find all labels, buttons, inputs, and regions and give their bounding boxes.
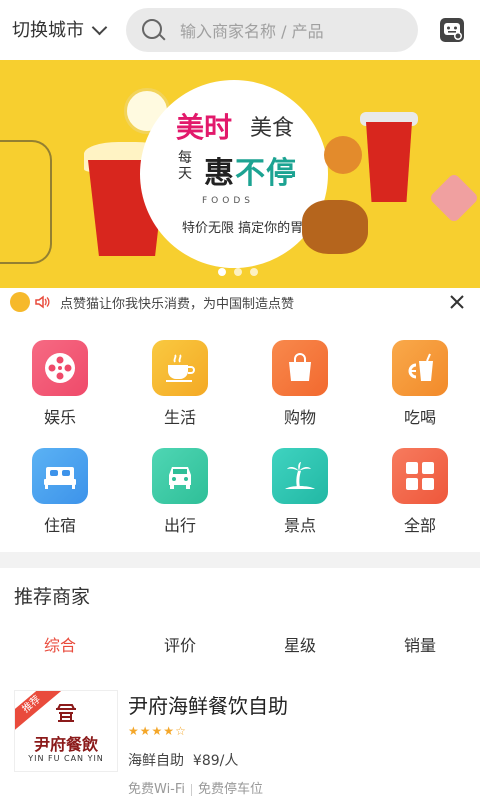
soda-cup-image [366, 122, 412, 202]
recommend-title: 推荐商家 [14, 586, 91, 608]
tag-wifi: 免费Wi-Fi [128, 782, 186, 797]
tab-overall[interactable]: 综合 [0, 620, 120, 672]
category-label: 全部 [403, 516, 436, 535]
merchant-category: 海鲜自助 [128, 753, 184, 769]
category-attractions[interactable]: 景点 [240, 424, 360, 536]
banner-big-text: 惠不停 [204, 148, 297, 192]
film-reel-icon [32, 340, 88, 396]
category-lodging[interactable]: 住宿 [0, 424, 120, 536]
category-food-drink[interactable]: 吃喝 [360, 316, 480, 428]
banner-big-teal: 不停 [235, 156, 297, 191]
heart-cookie-image [428, 172, 480, 224]
carousel-dot[interactable] [218, 268, 226, 276]
notice-text: 点赞猫让你我快乐消费，为中国制造点赞 [60, 297, 295, 312]
star-icon: ★ [163, 724, 176, 738]
banner-foods-text: FOODS [202, 196, 254, 206]
tab-stars[interactable]: 星级 [240, 620, 360, 672]
category-label: 出行 [163, 516, 196, 535]
car-icon [152, 448, 208, 504]
restaurant-emblem-icon [56, 704, 76, 722]
scan-icon[interactable] [439, 17, 465, 43]
search-input[interactable] [178, 16, 407, 46]
carousel-indicator [218, 268, 258, 276]
recommend-header: 推荐商家 [0, 568, 480, 621]
city-label: 切换城市 [12, 20, 84, 41]
banner-small-text: 每天 [178, 150, 192, 182]
merchant-price: ¥89/人 [192, 753, 239, 769]
search-bar[interactable] [126, 8, 418, 52]
banner-headline-black: 美食 [250, 116, 295, 141]
tag-parking: 免费停车位 [198, 782, 264, 797]
close-icon[interactable] [448, 293, 466, 311]
carousel-dot[interactable] [234, 268, 242, 276]
category-shopping[interactable]: 购物 [240, 316, 360, 428]
banner-headline-red: 美时 [176, 111, 233, 144]
top-bar: 切换城市 [0, 0, 480, 60]
donut-image [324, 136, 362, 174]
bed-icon [32, 448, 88, 504]
merchant-card[interactable]: 推荐 尹府餐飲 YIN FU CAN YIN 尹府海鲜餐饮自助 ★★★★☆ 海鲜… [0, 672, 480, 800]
merchant-name[interactable]: 尹府海鲜餐饮自助 [128, 690, 288, 719]
coffee-cup-icon [152, 340, 208, 396]
star-icon: ★ [151, 724, 164, 738]
merchant-logo[interactable]: 推荐 尹府餐飲 YIN FU CAN YIN [14, 690, 118, 772]
merchant-tags: 免费Wi-Fi 免费停车位 [128, 778, 263, 797]
category-life[interactable]: 生活 [120, 316, 240, 428]
tag-separator [191, 783, 193, 796]
star-icon: ★ [139, 724, 152, 738]
speaker-icon [35, 295, 50, 309]
banner-big-black: 惠 [204, 156, 235, 191]
star-icon: ★ [128, 724, 140, 738]
grid-icon [392, 448, 448, 504]
star-empty-icon: ☆ [175, 724, 187, 738]
logo-english-text: YIN FU CAN YIN [28, 754, 104, 763]
category-grid: 娱乐 生活 购物 吃喝 住宿 出行 景点 全部 [0, 316, 480, 552]
banner-slogan: 特价无限 搞定你的胃 [182, 221, 304, 236]
carousel-dot[interactable] [250, 268, 258, 276]
section-divider [0, 552, 480, 568]
category-label: 景点 [283, 516, 316, 535]
notice-bar: 点赞猫让你我快乐消费，为中国制造点赞 [0, 288, 480, 317]
category-travel[interactable]: 出行 [120, 424, 240, 536]
category-entertainment[interactable]: 娱乐 [0, 316, 120, 428]
drink-icon [392, 340, 448, 396]
sketch-decoration [0, 140, 52, 264]
tab-reviews[interactable]: 评价 [120, 620, 240, 672]
category-label: 住宿 [43, 516, 76, 535]
shopping-bag-icon [272, 340, 328, 396]
search-icon [142, 19, 162, 39]
star-rating: ★★★★☆ [128, 724, 187, 738]
cat-mascot-icon [10, 292, 30, 312]
logo-chinese-text: 尹府餐飲 [33, 735, 98, 754]
promo-banner[interactable]: 美时 美食 每天 惠不停 FOODS 特价无限 搞定你的胃 [0, 60, 480, 288]
category-all[interactable]: 全部 [360, 424, 480, 536]
tab-sales[interactable]: 销量 [360, 620, 480, 672]
city-switcher[interactable]: 切换城市 [12, 16, 108, 42]
chevron-down-icon [91, 19, 108, 35]
merchant-info: 海鲜自助 ¥89/人 [128, 750, 238, 770]
palm-tree-icon [272, 448, 328, 504]
caramel-nuts-image [302, 200, 368, 254]
sort-tabs: 综合 评价 星级 销量 [0, 620, 480, 673]
